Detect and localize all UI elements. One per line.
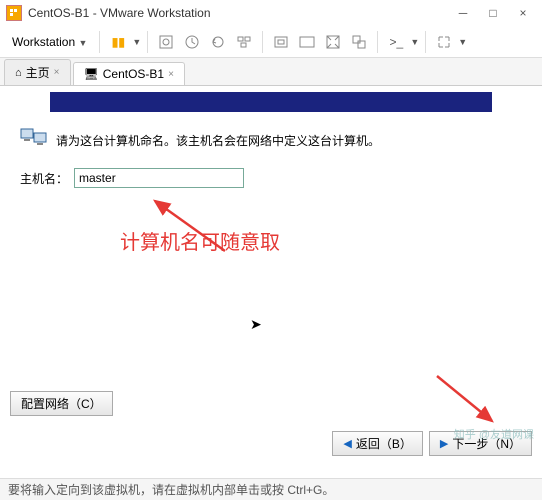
- home-icon: ⌂: [15, 67, 22, 79]
- cursor-icon: ➤: [250, 316, 262, 333]
- close-button[interactable]: ×: [510, 3, 536, 23]
- maximize-button[interactable]: □: [480, 3, 506, 23]
- manage-icon[interactable]: [232, 30, 256, 54]
- unity-icon[interactable]: [347, 30, 371, 54]
- tab-centos-b1[interactable]: 🖥 CentOS-B1 ×: [73, 62, 185, 85]
- wizard-instruction: 请为这台计算机命名。该主机名会在网络中定义这台计算机。: [56, 132, 380, 149]
- workstation-menu[interactable]: Workstation ▼: [6, 31, 93, 53]
- revert-icon[interactable]: [206, 30, 230, 54]
- vmware-icon: [6, 5, 22, 21]
- window-title: CentOS-B1 - VMware Workstation: [28, 6, 450, 20]
- close-icon[interactable]: ×: [168, 69, 174, 80]
- tab-home[interactable]: ⌂ 主页 ×: [4, 59, 71, 85]
- annotation-text: 计算机名可随意取: [120, 226, 280, 255]
- vm-console[interactable]: 请为这台计算机命名。该主机名会在网络中定义这台计算机。 主机名： 计算机名可随意…: [0, 86, 542, 466]
- stretch-icon[interactable]: [295, 30, 319, 54]
- close-icon[interactable]: ×: [54, 67, 60, 78]
- pause-icon[interactable]: ▮▮: [106, 30, 130, 54]
- snapshot-icon[interactable]: [180, 30, 204, 54]
- fullscreen-icon[interactable]: [321, 30, 345, 54]
- vm-icon: 🖥: [84, 67, 99, 81]
- expand-icon[interactable]: [432, 30, 456, 54]
- computer-network-icon: [20, 128, 48, 152]
- arrow-right-icon: ▶: [440, 437, 448, 450]
- hostname-input[interactable]: [74, 168, 244, 188]
- console-icon[interactable]: >_: [384, 30, 408, 54]
- configure-network-button[interactable]: 配置网络（C）: [10, 391, 113, 416]
- back-button[interactable]: ◀返回（B）: [332, 431, 422, 456]
- status-text: 要将输入定向到该虚拟机，请在虚拟机内部单击或按 Ctrl+G。: [8, 481, 334, 498]
- motherboard-icon[interactable]: [154, 30, 178, 54]
- installer-banner: [50, 92, 492, 112]
- arrow-left-icon: ◀: [343, 437, 351, 450]
- watermark-text: 知乎 @友道网课: [454, 426, 534, 442]
- statusbar: 要将输入定向到该虚拟机，请在虚拟机内部单击或按 Ctrl+G。: [0, 478, 542, 500]
- minimize-button[interactable]: ─: [450, 3, 476, 23]
- annotation-arrow-icon: [432, 371, 502, 431]
- hostname-label: 主机名：: [20, 170, 68, 187]
- fit-guest-icon[interactable]: [269, 30, 293, 54]
